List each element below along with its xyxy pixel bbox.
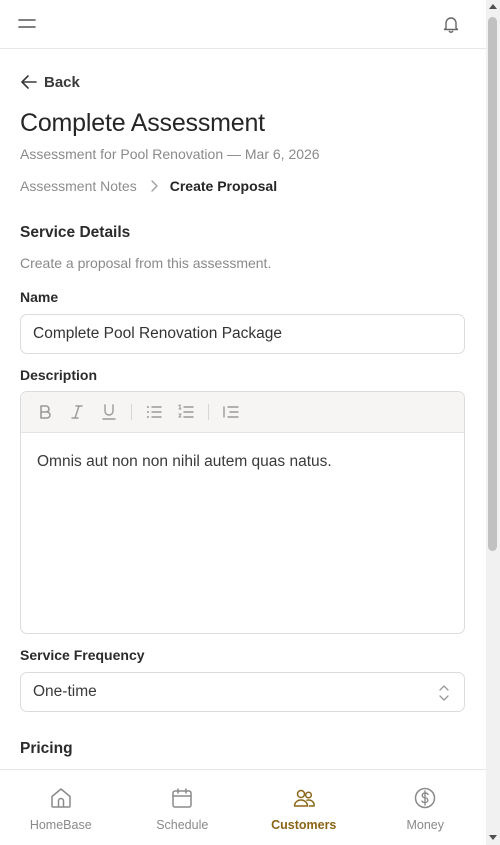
nav-item-homebase[interactable]: HomeBase (0, 770, 122, 845)
indent-icon (223, 406, 239, 418)
service-frequency-value: One-time (33, 683, 97, 700)
numbered-list-button[interactable] (174, 400, 198, 424)
indent-button[interactable] (219, 400, 243, 424)
italic-button[interactable] (65, 400, 89, 424)
nav-item-customers[interactable]: Customers (243, 770, 365, 845)
section-title-service-details: Service Details (20, 224, 131, 241)
home-icon (51, 788, 71, 808)
underline-icon (102, 404, 116, 420)
breadcrumb-create-proposal: Create Proposal (169, 178, 278, 194)
calendar-icon (172, 788, 192, 808)
chevron-right-icon (151, 180, 158, 192)
description-editor: Omnis aut non non nihil autem quas natus… (20, 391, 465, 634)
back-label: Back (44, 73, 80, 91)
nav-label-schedule: Schedule (156, 818, 209, 832)
bell-icon[interactable] (441, 14, 461, 34)
main-content: Back Complete Assessment Assessment for … (0, 49, 486, 769)
scrollbar[interactable] (486, 0, 500, 845)
section-description: Create a proposal from this assessment. (20, 255, 272, 271)
top-bar (0, 0, 486, 49)
bold-icon (40, 405, 51, 419)
italic-icon (71, 405, 83, 419)
name-input[interactable] (20, 314, 465, 354)
scroll-down-arrow[interactable] (489, 835, 497, 840)
nav-label-homebase: HomeBase (29, 818, 92, 832)
toolbar-divider (131, 404, 132, 420)
breadcrumb: Assessment Notes Create Proposal (20, 178, 277, 194)
dollar-icon (415, 787, 436, 809)
nav-item-money[interactable]: Money (365, 770, 487, 845)
editor-toolbar (21, 392, 464, 433)
description-label: Description (20, 367, 98, 383)
scroll-up-arrow[interactable] (489, 4, 497, 9)
bullet-list-icon (147, 406, 162, 418)
bottom-nav: HomeBase Schedule Customers Money (0, 769, 486, 845)
name-label: Name (20, 289, 59, 305)
customers-icon (293, 789, 315, 807)
arrow-left-icon (21, 75, 37, 89)
page-title: Complete Assessment (20, 109, 265, 137)
nav-label-money: Money (406, 818, 445, 832)
numbered-list-icon (178, 404, 194, 418)
service-frequency-label: Service Frequency (20, 647, 145, 663)
menu-icon[interactable] (18, 17, 36, 31)
bold-button[interactable] (33, 400, 57, 424)
bullet-list-button[interactable] (142, 400, 166, 424)
nav-label-customers: Customers (271, 818, 337, 832)
select-arrows-icon (439, 685, 449, 701)
page-subtitle: Assessment for Pool Renovation — Mar 6, … (20, 146, 320, 162)
description-text-area[interactable]: Omnis aut non non nihil autem quas natus… (21, 433, 464, 491)
underline-button[interactable] (97, 400, 121, 424)
nav-item-schedule[interactable]: Schedule (122, 770, 244, 845)
toolbar-divider (208, 404, 209, 420)
section-title-pricing: Pricing (20, 740, 73, 757)
service-frequency-select[interactable]: One-time (20, 672, 465, 712)
back-link[interactable]: Back (20, 71, 80, 93)
scrollbar-thumb[interactable] (488, 17, 497, 551)
breadcrumb-assessment-notes[interactable]: Assessment Notes (20, 178, 137, 194)
